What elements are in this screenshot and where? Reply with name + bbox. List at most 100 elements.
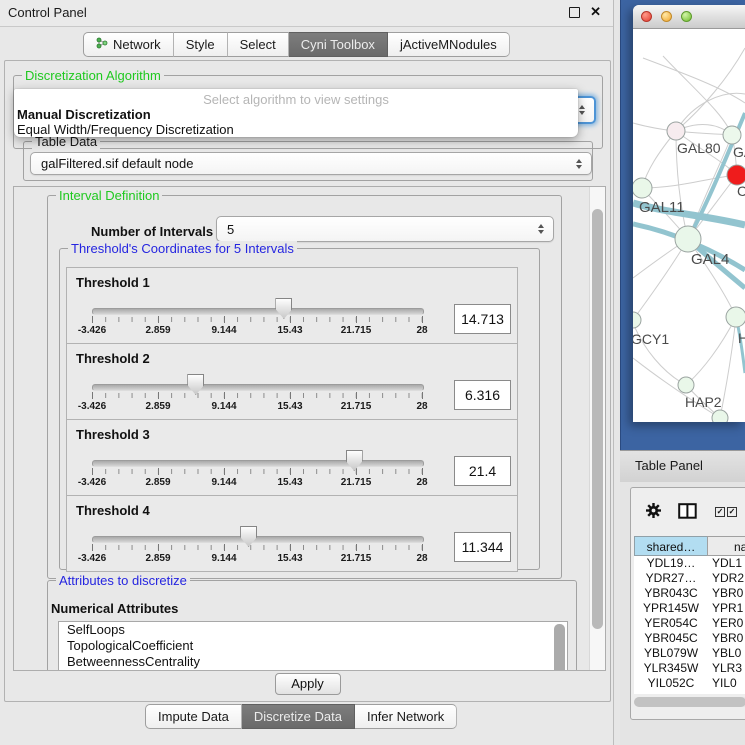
node-red-selected[interactable] bbox=[727, 165, 745, 185]
apply-button[interactable]: Apply bbox=[275, 673, 341, 695]
table-row[interactable]: YBL079W YBL0 bbox=[634, 646, 745, 661]
select-columns-icons[interactable]: ✓ ✓ bbox=[715, 507, 737, 517]
node-h[interactable] bbox=[726, 307, 745, 327]
minimize-traffic-light-icon[interactable] bbox=[661, 11, 672, 22]
popup-option-equal-width[interactable]: Equal Width/Frequency Discretization bbox=[17, 122, 234, 137]
cell[interactable]: YDL1 bbox=[712, 556, 742, 571]
cell[interactable]: YBR0 bbox=[712, 586, 743, 601]
number-of-intervals-spinner[interactable]: 5 bbox=[216, 216, 554, 242]
list-item[interactable]: TopologicalCoefficient bbox=[59, 638, 567, 654]
close-traffic-light-icon[interactable] bbox=[641, 11, 652, 22]
tick-label: 21.715 bbox=[341, 325, 372, 336]
zoom-traffic-light-icon[interactable] bbox=[681, 11, 692, 22]
cell[interactable]: YPR145W bbox=[634, 601, 708, 616]
table-row[interactable]: YLR345W YLR3 bbox=[634, 661, 745, 676]
table-row[interactable]: YBR043C YBR0 bbox=[634, 586, 745, 601]
node-top-right[interactable] bbox=[723, 126, 741, 144]
cell[interactable]: YLR3 bbox=[712, 661, 742, 676]
cell[interactable]: YBR043C bbox=[634, 586, 708, 601]
slider-track[interactable] bbox=[92, 384, 424, 391]
network-view-window[interactable]: GAL80 GA C GAL11 GAL4 GCY1 H HAP2 bbox=[633, 5, 745, 422]
top-tab-bar: Network Style Select Cyni Toolbox jActiv… bbox=[83, 32, 510, 57]
tick-label: 21.715 bbox=[341, 553, 372, 564]
list-item[interactable]: BetweennessCentrality bbox=[59, 654, 567, 670]
tick-label: 15.43 bbox=[277, 477, 302, 488]
cell[interactable]: YBL0 bbox=[712, 646, 741, 661]
table-row[interactable]: YIL052C YIL0 bbox=[634, 676, 745, 691]
tick-label: 9.144 bbox=[211, 401, 236, 412]
tab-infer-network[interactable]: Infer Network bbox=[355, 704, 457, 729]
checkbox-icon[interactable]: ✓ bbox=[727, 507, 737, 517]
tab-network[interactable]: Network bbox=[83, 32, 174, 57]
node-bottom[interactable] bbox=[712, 410, 728, 422]
tick-label: 2.859 bbox=[145, 325, 170, 336]
popup-hint-text: Select algorithm to view settings bbox=[14, 92, 578, 107]
cyni-content-frame: Discretization Algorithm Select algorith… bbox=[4, 60, 611, 702]
float-window-icon[interactable] bbox=[569, 7, 580, 18]
checkbox-icon[interactable]: ✓ bbox=[715, 507, 725, 517]
cell[interactable]: YLR345W bbox=[634, 661, 708, 676]
thresholds-group: Threshold's Coordinates for 5 Intervals … bbox=[59, 248, 540, 570]
cell[interactable]: YPR1 bbox=[712, 601, 743, 616]
tick-label: 28 bbox=[416, 401, 427, 412]
threshold-rows: Threshold 1 -3.426 2.859 9.144 15.43 bbox=[66, 268, 518, 572]
attributes-list[interactable]: SelfLoops TopologicalCoefficient Between… bbox=[58, 621, 568, 671]
cell[interactable]: YDR2 bbox=[712, 571, 744, 586]
cell[interactable]: YIL052C bbox=[634, 676, 708, 691]
tab-discretize-data[interactable]: Discretize Data bbox=[242, 704, 355, 729]
cell[interactable]: YIL0 bbox=[712, 676, 737, 691]
list-item[interactable]: SelfLoops bbox=[59, 622, 567, 638]
close-icon[interactable]: ✕ bbox=[590, 4, 601, 20]
threshold-2-slider: -3.426 2.859 9.144 15.43 21.715 28 bbox=[92, 344, 422, 419]
threshold-2-value-field[interactable]: 6.316 bbox=[454, 380, 511, 410]
network-window-titlebar[interactable] bbox=[633, 5, 745, 29]
node-gcy1[interactable] bbox=[633, 312, 641, 328]
slider-track[interactable] bbox=[92, 536, 424, 543]
tab-style[interactable]: Style bbox=[174, 32, 228, 57]
table-data-combobox[interactable]: galFiltered.sif default node bbox=[30, 152, 592, 175]
table-row[interactable]: YDL19… YDL1 bbox=[634, 556, 745, 571]
cell[interactable]: YDR27… bbox=[634, 571, 708, 586]
tab-jactivemnodules[interactable]: jActiveMNodules bbox=[388, 32, 510, 57]
table-data-value: galFiltered.sif default node bbox=[41, 156, 193, 171]
cell[interactable]: YER0 bbox=[712, 616, 743, 631]
cell[interactable]: YBL079W bbox=[634, 646, 708, 661]
node-hap2[interactable] bbox=[678, 377, 694, 393]
columns-icon[interactable] bbox=[678, 503, 697, 524]
slider-track[interactable] bbox=[92, 308, 424, 315]
table-row[interactable]: YBR045C YBR0 bbox=[634, 631, 745, 646]
column-header-name[interactable]: na bbox=[707, 536, 745, 556]
popup-option-manual[interactable]: Manual Discretization bbox=[17, 107, 151, 122]
threshold-3-value-field[interactable]: 21.4 bbox=[454, 456, 511, 486]
node-gal4[interactable] bbox=[675, 226, 701, 252]
table-row[interactable]: YER054C YER0 bbox=[634, 616, 745, 631]
slider-track[interactable] bbox=[92, 460, 424, 467]
cell[interactable]: YER054C bbox=[634, 616, 708, 631]
threshold-4-value-field[interactable]: 11.344 bbox=[454, 532, 511, 562]
tab-impute-data[interactable]: Impute Data bbox=[145, 704, 242, 729]
tab-infer-network-label: Infer Network bbox=[367, 705, 444, 728]
attributes-list-scrollbar[interactable] bbox=[554, 624, 565, 671]
node-gal11[interactable] bbox=[633, 178, 652, 198]
table-row[interactable]: YPR145W YPR1 bbox=[634, 601, 745, 616]
tab-network-label: Network bbox=[113, 33, 161, 56]
table-horizontal-scrollbar[interactable] bbox=[634, 697, 745, 707]
node-gal80[interactable] bbox=[667, 122, 685, 140]
cell[interactable]: YBR045C bbox=[634, 631, 708, 646]
table-row[interactable]: YDR27… YDR2 bbox=[634, 571, 745, 586]
column-header-shared-name[interactable]: shared… bbox=[634, 536, 708, 556]
cell[interactable]: YDL19… bbox=[634, 556, 708, 571]
cell[interactable]: YBR0 bbox=[712, 631, 743, 646]
threshold-2-row: Threshold 2 -3.426 2.859 9.144 15.43 bbox=[66, 343, 518, 420]
tab-impute-data-label: Impute Data bbox=[158, 705, 229, 728]
control-panel-titlebar: Control Panel ✕ bbox=[0, 0, 613, 27]
tick-label: 15.43 bbox=[277, 401, 302, 412]
tab-cyni-toolbox[interactable]: Cyni Toolbox bbox=[289, 32, 388, 57]
settings-scrollbar[interactable] bbox=[589, 187, 605, 670]
combo-updown-icon bbox=[579, 105, 585, 115]
gear-icon[interactable] bbox=[645, 502, 662, 524]
interval-definition-title: Interval Definition bbox=[56, 188, 162, 203]
threshold-1-value-field[interactable]: 14.713 bbox=[454, 304, 511, 334]
network-canvas[interactable]: GAL80 GA C GAL11 GAL4 GCY1 H HAP2 bbox=[633, 28, 745, 422]
tab-select[interactable]: Select bbox=[228, 32, 289, 57]
